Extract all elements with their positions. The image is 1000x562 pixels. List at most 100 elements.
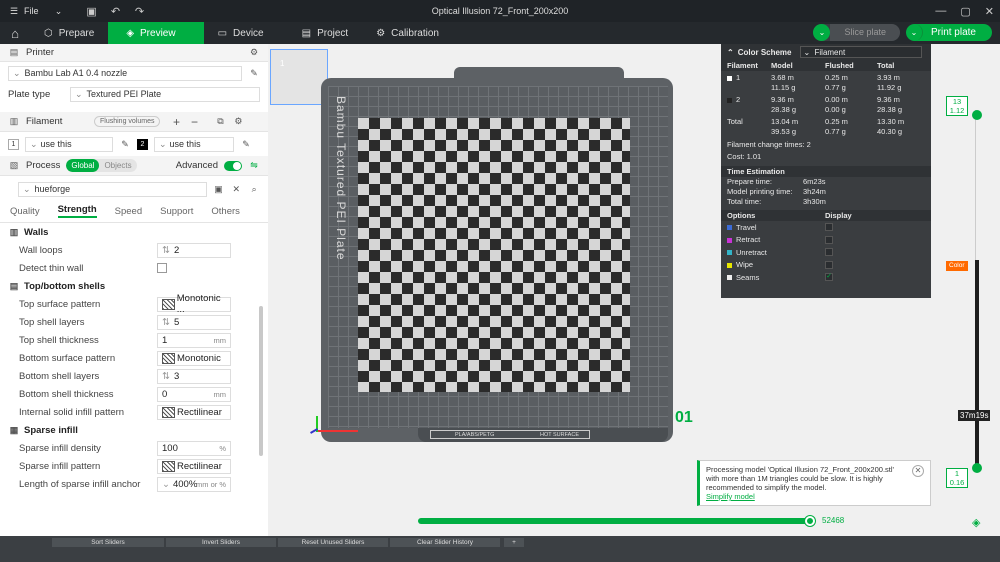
printer-select[interactable]: ⌄ Bambu Lab A1 0.4 nozzle <box>8 65 242 81</box>
save-icon[interactable]: ▣ <box>85 4 99 18</box>
compare-icon[interactable]: ⇋ <box>248 160 260 172</box>
travel-checkbox[interactable] <box>825 223 833 232</box>
save-preset-icon[interactable]: ▣ <box>213 183 225 195</box>
layers-icon[interactable]: ◈ <box>972 516 980 529</box>
top-layers-input[interactable]: ⇅ 5 <box>157 314 231 330</box>
stepper-icon[interactable]: ⇅ <box>162 371 170 382</box>
print-plate-button[interactable]: ⌄ Print plate <box>905 24 992 41</box>
objects-option[interactable]: Objects <box>99 159 136 172</box>
subtab-others[interactable]: Others <box>211 206 240 217</box>
simplify-model-link[interactable]: Simplify model <box>706 492 924 501</box>
subtab-quality[interactable]: Quality <box>10 206 40 217</box>
preset-select[interactable]: ⌄ hueforge <box>18 181 207 197</box>
sparse-pattern-select[interactable]: Rectilinear <box>157 458 231 474</box>
sort-sliders-button[interactable]: Sort Sliders <box>52 538 164 547</box>
file-menu-label: File <box>24 6 39 16</box>
wall-loops-input[interactable]: ⇅ 2 <box>157 242 231 258</box>
layer-slider-upper <box>975 110 979 260</box>
plate-type-select[interactable]: ⌄ Textured PEI Plate <box>70 86 260 102</box>
stepper-icon[interactable]: ⇅ <box>162 317 170 328</box>
settings-scrollbar[interactable] <box>259 306 263 456</box>
option-wipe[interactable]: Wipe <box>721 259 931 272</box>
process-scope-toggle[interactable]: Global Objects <box>66 159 137 172</box>
anchor-input[interactable]: ⌄ 400% mm or % <box>157 476 231 492</box>
detect-thin-checkbox[interactable] <box>157 263 167 273</box>
sync-icon[interactable]: ⧉ <box>214 116 226 128</box>
wipe-checkbox[interactable] <box>825 260 833 269</box>
wipe-swatch <box>727 262 732 268</box>
close-icon[interactable]: ✕ <box>985 5 994 18</box>
option-seams[interactable]: Seams ✓ <box>721 271 931 284</box>
print-dropdown-icon[interactable]: ⌄ <box>906 24 923 41</box>
reset-sliders-button[interactable]: Reset Unused Sliders <box>278 538 388 547</box>
top-thickness-input[interactable]: 1 mm <box>157 332 231 348</box>
col-flushed: Flushed <box>819 60 871 71</box>
layer-slider-bottom-knob[interactable] <box>972 463 982 473</box>
anchor-label: Length of sparse infill anchor <box>19 478 141 490</box>
tab-project[interactable]: ▤ Project <box>288 22 363 44</box>
close-icon[interactable]: ✕ <box>912 465 924 477</box>
bottom-layers-input[interactable]: ⇅ 3 <box>157 368 231 384</box>
unit-percent: % <box>219 443 226 453</box>
sparse-title: Sparse infill <box>24 424 78 436</box>
unretract-checkbox[interactable] <box>825 248 833 257</box>
flushing-volumes-button[interactable]: Flushing volumes <box>94 116 161 127</box>
edit-icon[interactable]: ✎ <box>248 67 260 79</box>
file-menu[interactable]: ☰ File ⌄ <box>8 5 65 17</box>
slice-dropdown-icon[interactable]: ⌄ <box>813 24 831 41</box>
undo-icon[interactable]: ↶ <box>109 4 123 18</box>
clear-history-button[interactable]: Clear Slider History <box>390 538 500 547</box>
advanced-toggle[interactable] <box>224 160 242 171</box>
gcode-move-slider[interactable] <box>418 518 812 524</box>
collapse-icon[interactable]: ⌃ <box>727 48 734 57</box>
add-slider-button[interactable]: + <box>504 538 524 547</box>
plate-thumbnail[interactable]: 1 <box>270 49 328 105</box>
subtab-speed[interactable]: Speed <box>115 206 142 217</box>
slice-plate-button[interactable]: ⌄ Slice plate <box>813 24 900 41</box>
seams-checkbox[interactable]: ✓ <box>825 273 833 282</box>
home-button[interactable]: ⌂ <box>0 22 30 44</box>
redo-icon[interactable]: ↷ <box>133 4 147 18</box>
tab-calibration[interactable]: ⚙ Calibration <box>362 22 453 44</box>
bottom-thickness-input[interactable]: 0 mm <box>157 386 231 402</box>
top-pattern-row: Top surface pattern Monotonic ... <box>0 293 268 315</box>
filament-slot-2-select[interactable]: ⌄ use this <box>154 136 234 152</box>
search-icon[interactable]: ⌕ <box>248 183 260 195</box>
model-preview[interactable] <box>358 118 630 392</box>
total-row-name: Total <box>727 117 743 126</box>
subtab-strength[interactable]: Strength <box>57 204 97 218</box>
color-scheme-select[interactable]: ⌄ Filament <box>799 46 922 58</box>
internal-infill-select[interactable]: Rectilinear <box>157 404 231 420</box>
tab-preview[interactable]: ◈ Preview <box>108 22 204 44</box>
edit-icon[interactable]: ✎ <box>240 138 252 150</box>
filament-2-total-g: 28.38 g <box>877 104 903 114</box>
printing-label: Model printing time: <box>727 187 793 196</box>
global-option[interactable]: Global <box>66 159 100 172</box>
minimize-icon[interactable]: — <box>935 5 946 17</box>
option-unretract[interactable]: Unretract <box>721 246 931 259</box>
invert-sliders-button[interactable]: Invert Sliders <box>166 538 276 547</box>
filament-2-flushed-m: 0.00 m <box>825 95 848 104</box>
stepper-icon[interactable]: ⇅ <box>162 245 170 256</box>
option-retract[interactable]: Retract <box>721 234 931 247</box>
edit-icon[interactable]: ✎ <box>119 138 131 150</box>
remove-icon[interactable]: − <box>188 115 200 129</box>
add-icon[interactable]: + <box>170 115 182 129</box>
subtab-support[interactable]: Support <box>160 206 193 217</box>
filament-settings-icon[interactable]: ⚙ <box>232 116 244 128</box>
sparse-density-input[interactable]: 100% <box>157 440 231 456</box>
tab-device[interactable]: ▭ Device <box>204 22 278 44</box>
gcode-move-knob[interactable] <box>805 516 815 526</box>
retract-checkbox[interactable] <box>825 235 833 244</box>
unretract-label: Unretract <box>736 247 767 257</box>
maximize-icon[interactable]: ▢ <box>960 5 970 18</box>
layer-slider-top-knob[interactable] <box>972 110 982 120</box>
close-icon[interactable]: ✕ <box>230 183 242 195</box>
printer-settings-icon[interactable]: ⚙ <box>248 47 260 59</box>
filament-slot-1-select[interactable]: ⌄ use this <box>25 136 113 152</box>
color-tag-upper[interactable]: Color <box>946 261 968 271</box>
bottom-pattern-select[interactable]: Monotonic <box>157 350 231 366</box>
tab-prepare[interactable]: ⬡ Prepare <box>30 22 108 44</box>
top-pattern-select[interactable]: Monotonic ... <box>157 293 231 315</box>
option-travel[interactable]: Travel <box>721 221 931 234</box>
